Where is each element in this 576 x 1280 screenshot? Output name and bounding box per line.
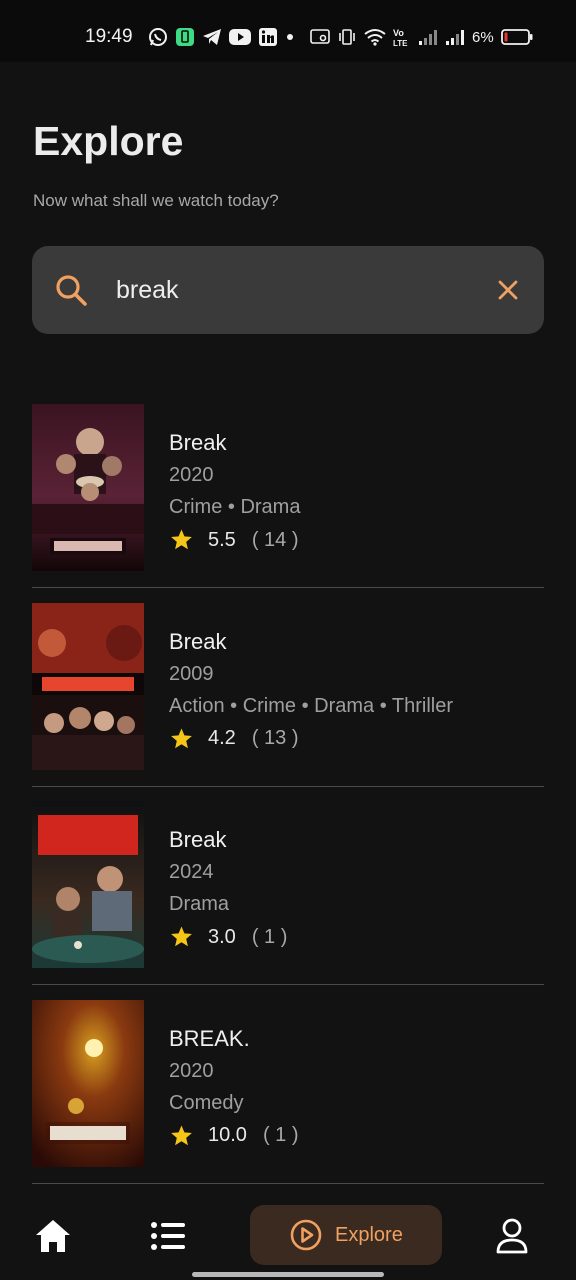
volte-icon: VoLTE <box>393 28 408 47</box>
movie-title: Break <box>169 628 227 654</box>
telegram-icon <box>203 29 221 45</box>
signal-icon <box>419 30 437 45</box>
movie-poster <box>32 602 144 770</box>
star-icon <box>171 1125 192 1145</box>
dot-icon <box>287 34 293 40</box>
nav-explore-button[interactable]: Explore <box>250 1205 442 1265</box>
wifi-icon <box>364 29 386 46</box>
divider <box>32 587 544 588</box>
clear-search-button[interactable] <box>488 270 528 310</box>
movie-votes: ( 1 ) <box>251 925 288 948</box>
movie-title: Break <box>169 827 227 852</box>
movie-title: Break <box>169 430 227 455</box>
movie-rating: 5.5 <box>208 528 236 551</box>
movie-rating: 10.0 <box>208 1124 247 1146</box>
battery-icon <box>500 29 533 45</box>
movie-poster <box>32 999 144 1167</box>
movie-genres: Action • Crime • Drama • Thriller <box>169 694 454 717</box>
nav-list-button[interactable] <box>150 1220 186 1257</box>
movie-poster <box>32 404 144 571</box>
notification-icons <box>148 24 295 50</box>
results-list: Break 2020 Crime • Drama 5.5 ( 14 ) Brea… <box>32 404 544 1198</box>
bottom-nav: Explore <box>0 1190 576 1280</box>
search-input[interactable] <box>116 268 476 312</box>
nav-profile-button[interactable] <box>496 1218 528 1259</box>
movie-year: 2020 <box>169 464 214 486</box>
nav-explore-label: Explore <box>335 1223 403 1246</box>
rating-row: 10.0 ( 1 ) <box>169 1124 299 1148</box>
rating-row: 5.5 ( 14 ) <box>169 528 299 552</box>
search-bar[interactable] <box>32 246 544 334</box>
signal-icon <box>446 30 464 45</box>
page-subtitle: Now what shall we watch today? <box>33 191 279 210</box>
movie-rating: 3.0 <box>208 925 236 948</box>
list-item[interactable]: Break 2020 Crime • Drama 5.5 ( 14 ) <box>32 404 544 603</box>
movie-votes: ( 14 ) <box>251 528 299 551</box>
cast-icon <box>310 29 330 44</box>
star-icon <box>171 926 192 947</box>
page-title: Explore <box>33 118 184 164</box>
movie-year: 2020 <box>169 1059 214 1082</box>
battery-saver-icon <box>176 28 194 46</box>
svg-text:Vo: Vo <box>393 28 404 38</box>
status-time: 19:49 <box>85 26 133 47</box>
list-item[interactable]: Break 2024 Drama 3.0 ( 1 ) <box>32 801 544 1000</box>
rating-row: 4.2 ( 13 ) <box>169 727 299 751</box>
close-icon <box>498 280 518 300</box>
battery-percent: 6% <box>472 28 494 46</box>
movie-genres: Drama <box>169 893 230 915</box>
divider <box>32 785 544 787</box>
linkedin-icon <box>259 28 277 46</box>
profile-icon <box>496 1218 528 1254</box>
list-item[interactable]: BREAK. 2020 Comedy 10.0 ( 1 ) <box>32 999 544 1199</box>
system-icons: Vo LTE 6% <box>310 24 533 50</box>
movie-genres: Crime • Drama <box>169 496 301 518</box>
whatsapp-icon <box>149 28 167 46</box>
star-icon <box>171 728 192 748</box>
list-icon <box>151 1222 185 1250</box>
vibrate-icon <box>339 29 355 45</box>
movie-year: 2024 <box>169 861 214 883</box>
movie-title: BREAK. <box>169 1025 250 1051</box>
youtube-icon <box>229 29 251 45</box>
movie-genres: Comedy <box>169 1091 244 1114</box>
divider <box>32 984 544 985</box>
nav-home-button[interactable] <box>34 1218 72 1259</box>
movie-rating: 4.2 <box>208 727 236 749</box>
movie-votes: ( 1 ) <box>262 1124 299 1146</box>
movie-year: 2009 <box>169 662 214 685</box>
play-circle-icon <box>290 1219 322 1251</box>
list-item[interactable]: Break 2009 Action • Crime • Drama • Thri… <box>32 602 544 802</box>
home-icon <box>36 1220 70 1252</box>
svg-text:LTE: LTE <box>393 39 408 47</box>
search-icon <box>56 275 87 306</box>
home-indicator[interactable] <box>192 1272 384 1277</box>
status-bar: 19:49 Vo LTE 6% <box>0 0 576 62</box>
movie-votes: ( 13 ) <box>251 727 299 749</box>
divider <box>32 1182 544 1184</box>
rating-row: 3.0 ( 1 ) <box>169 925 287 949</box>
star-icon <box>171 529 192 550</box>
movie-poster <box>32 801 144 968</box>
